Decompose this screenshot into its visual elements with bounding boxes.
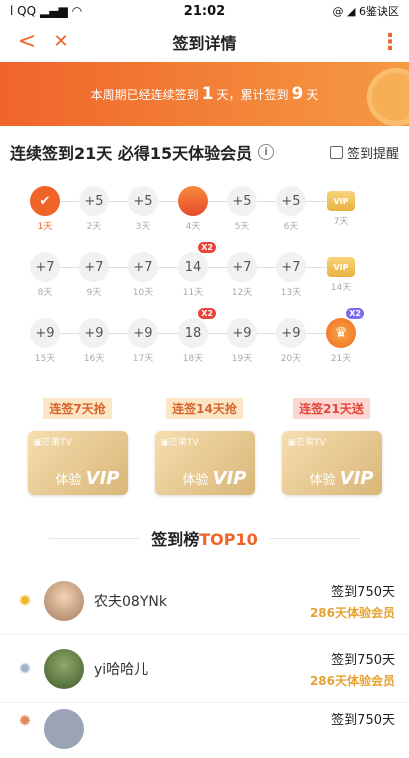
day-16: +9 16天 [78, 318, 110, 364]
vip-card[interactable]: ▣芒果TV 体验 VIP [281, 431, 382, 495]
consecutive-days: 1 [201, 84, 214, 104]
day-11: 14 X2 11天 [177, 242, 216, 298]
reward-cards: 连签7天抢 ▣芒果TV 体验 VIP 连签14天抢 ▣芒果TV 体验 VIP 连… [0, 376, 409, 495]
day-1: ✔ 1天 [29, 186, 61, 232]
day-2: +5 2天 [78, 186, 110, 232]
gold-medal-icon: ✹ [18, 591, 32, 610]
banner-pre: 本周期已经连续签到 [90, 87, 199, 102]
bronze-medal-icon: ✹ [18, 710, 32, 730]
member-days: 286天体验会员 [309, 605, 395, 620]
reward-tag: 连签7天抢 [43, 398, 112, 419]
signin-summary-banner: 本周期已经连续签到 1 天，累计签到 9 天 [0, 62, 409, 126]
day-19: +9 19天 [226, 318, 258, 364]
reward-14-days[interactable]: 连签14天抢 ▣芒果TV 体验 VIP [154, 398, 255, 495]
day-20: +9 20天 [275, 318, 307, 364]
leaderboard-list: ✹ 农夫08YNk 签到750天 286天体验会员 ✹ yi哈哈儿 签到750天… [0, 567, 409, 749]
vip-card[interactable]: ▣芒果TV 体验 VIP [27, 431, 128, 495]
banner-post: 天 [306, 87, 319, 102]
day-14: VIP 14天 [325, 252, 357, 293]
day-4: 4天 [177, 186, 209, 232]
reward-tag: 连签21天送 [293, 398, 370, 419]
double-badge: X2 [198, 308, 216, 319]
day-12: +7 12天 [226, 252, 258, 298]
crown-icon: ♛ X2 [326, 308, 364, 348]
banner-mid: 天，累计签到 [216, 87, 289, 102]
coin-decoration-icon [367, 68, 409, 126]
headline-text: 连续签到21天 必得15天体验会员 [10, 144, 253, 163]
vip-card-icon: VIP [327, 191, 355, 211]
double-badge: X2 [346, 308, 364, 319]
silver-medal-icon: ✹ [18, 659, 32, 678]
gift-icon [178, 186, 208, 216]
leaderboard-item[interactable]: ✹ 签到750天 [0, 703, 409, 749]
day-3: +5 3天 [127, 186, 159, 232]
day-5: +5 5天 [226, 186, 258, 232]
leaderboard-title: 签到榜TOP10 [0, 509, 409, 567]
day-18: 18 X2 18天 [177, 308, 216, 364]
info-icon[interactable]: i [258, 144, 275, 160]
day-21: ♛ X2 21天 [325, 308, 364, 364]
signin-count: 签到750天 [331, 713, 395, 728]
calendar-row-3: +9 15天 +9 16天 +9 17天 18 X2 18天 +9 19天 +9 20天 ♛ X… [0, 308, 409, 376]
day-8: +7 8天 [29, 252, 61, 298]
signin-calendar: ✔ 1天 +5 2天 +5 3天 4天 +5 5天 +5 6天 VIP 7天 +7 8天 +7… [0, 178, 409, 376]
signin-count: 签到750天 [331, 652, 395, 668]
avatar[interactable] [44, 709, 84, 749]
reward-7-days[interactable]: 连签7天抢 ▣芒果TV 体验 VIP [27, 398, 128, 495]
day-7: VIP 7天 [325, 186, 357, 227]
day-13: +7 13天 [275, 252, 307, 298]
vip-card-icon: VIP [327, 257, 355, 277]
status-time: 21:02 [183, 3, 226, 19]
member-days: 286天体验会员 [309, 673, 395, 688]
reward-21-days[interactable]: 连签21天送 ▣芒果TV 体验 VIP [281, 398, 382, 495]
mango-tv-logo: ▣芒果TV [287, 438, 326, 448]
status-bar: l QQ ▂▄▆ ◠ 21:02 @ ◢ 6鉴诀区 [0, 0, 409, 22]
avatar[interactable] [44, 648, 84, 689]
day-9: +7 9天 [78, 252, 110, 298]
back-button[interactable]: < [10, 22, 44, 62]
day-17: +9 17天 [127, 318, 159, 364]
leaderboard-item[interactable]: ✹ yi哈哈儿 签到750天 286天体验会员 [0, 635, 409, 703]
reminder-label: 签到提醒 [346, 146, 399, 162]
vip-card[interactable]: ▣芒果TV 体验 VIP [154, 431, 255, 495]
double-badge: X2 [198, 242, 216, 253]
total-days: 9 [291, 84, 304, 104]
calendar-row-2: +7 8天 +7 9天 +7 10天 14 X2 11天 +7 12天 +7 13天 VIP 1… [0, 242, 409, 310]
avatar[interactable] [44, 580, 84, 621]
close-button[interactable]: ✕ [44, 22, 78, 62]
reward-tag: 连签14天抢 [166, 398, 243, 419]
day-15: +9 15天 [29, 318, 61, 364]
nav-bar: < ✕ 签到详情 ⋮ [0, 22, 409, 62]
day-10: +7 10天 [127, 252, 159, 298]
mango-tv-logo: ▣芒果TV [160, 438, 199, 448]
user-name: yi哈哈儿 [94, 661, 149, 678]
leaderboard-item[interactable]: ✹ 农夫08YNk 签到750天 286天体验会员 [0, 567, 409, 635]
signin-count: 签到750天 [331, 584, 395, 600]
reminder-checkbox[interactable] [329, 145, 343, 159]
headline: 连续签到21天 必得15天体验会员 i 签到提醒 [0, 126, 409, 178]
more-menu-button[interactable]: ⋮ [379, 30, 401, 55]
day-6: +5 6天 [275, 186, 307, 232]
checked-icon: ✔ [30, 186, 60, 216]
user-name: 农夫08YNk [94, 593, 167, 610]
mango-tv-logo: ▣芒果TV [33, 438, 72, 448]
signin-reminder-toggle[interactable]: 签到提醒 [329, 143, 399, 162]
calendar-row-1: ✔ 1天 +5 2天 +5 3天 4天 +5 5天 +5 6天 VIP 7天 [0, 178, 409, 244]
